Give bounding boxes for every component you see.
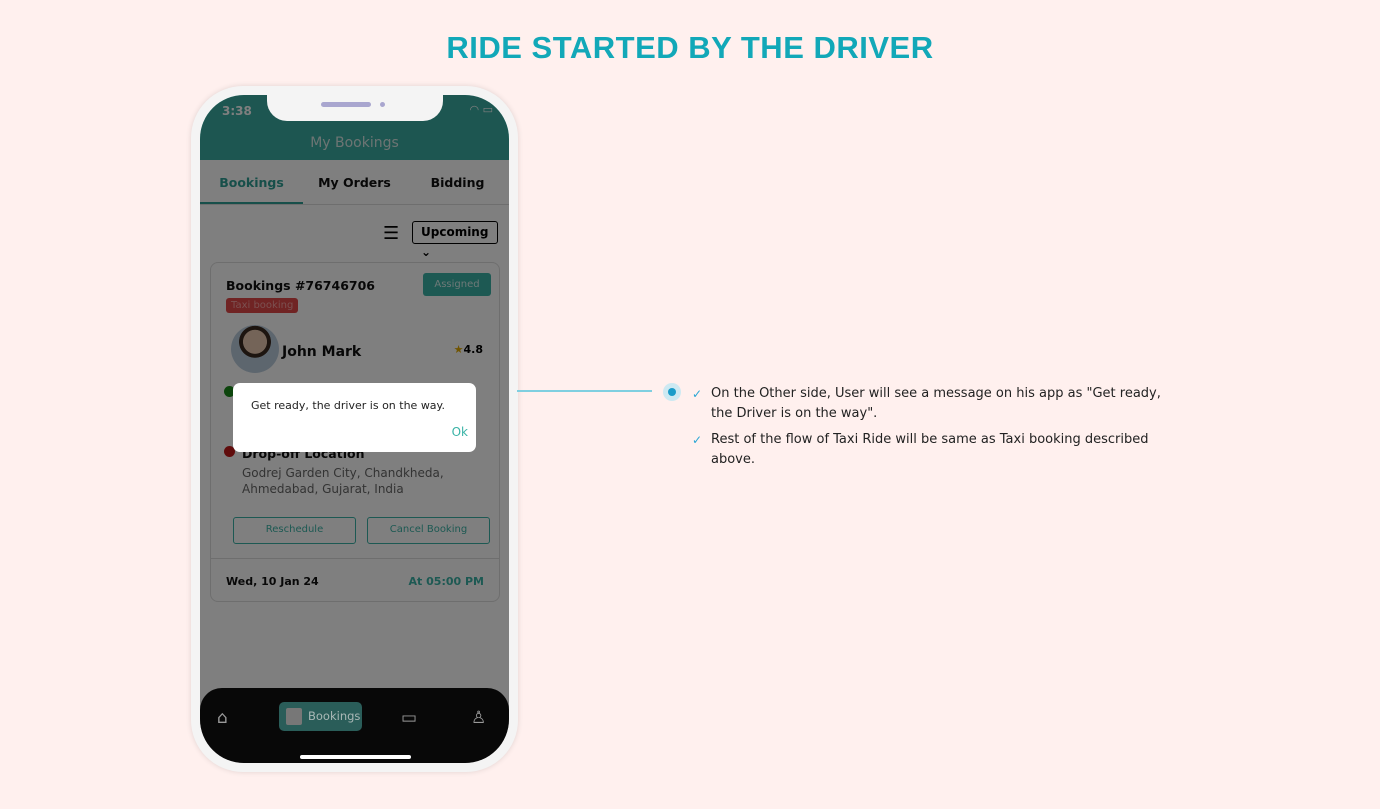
alert-dialog: Get ready, the driver is on the way. Ok [233,383,476,452]
bottom-nav: ⌂ Bookings ▭ ♙ [200,688,509,763]
dialog-message: Get ready, the driver is on the way. [251,399,445,412]
wallet-icon[interactable]: ▭ [401,708,417,728]
profile-icon[interactable]: ♙ [471,708,486,728]
notes-list: ✓ On the Other side, User will see a mess… [692,384,1172,476]
note-item: ✓ On the Other side, User will see a mess… [692,384,1172,424]
home-indicator [300,755,411,759]
nav-bookings[interactable]: Bookings [279,702,362,731]
home-icon[interactable]: ⌂ [217,708,228,728]
page-title: RIDE STARTED BY THE DRIVER [446,30,934,65]
notch [267,95,443,121]
bullet-dot-icon [663,383,681,401]
ok-button[interactable]: Ok [452,425,468,439]
check-circle-icon: ✓ [692,433,703,447]
connector-line [517,390,652,392]
phone-screen: 3:38 ◠ ▭ My Bookings Bookings My Orders … [200,95,509,763]
list-icon [286,708,302,725]
check-circle-icon: ✓ [692,387,703,401]
phone-mockup: 3:38 ◠ ▭ My Bookings Bookings My Orders … [191,86,518,772]
note-item: ✓ Rest of the flow of Taxi Ride will be s… [692,430,1172,470]
